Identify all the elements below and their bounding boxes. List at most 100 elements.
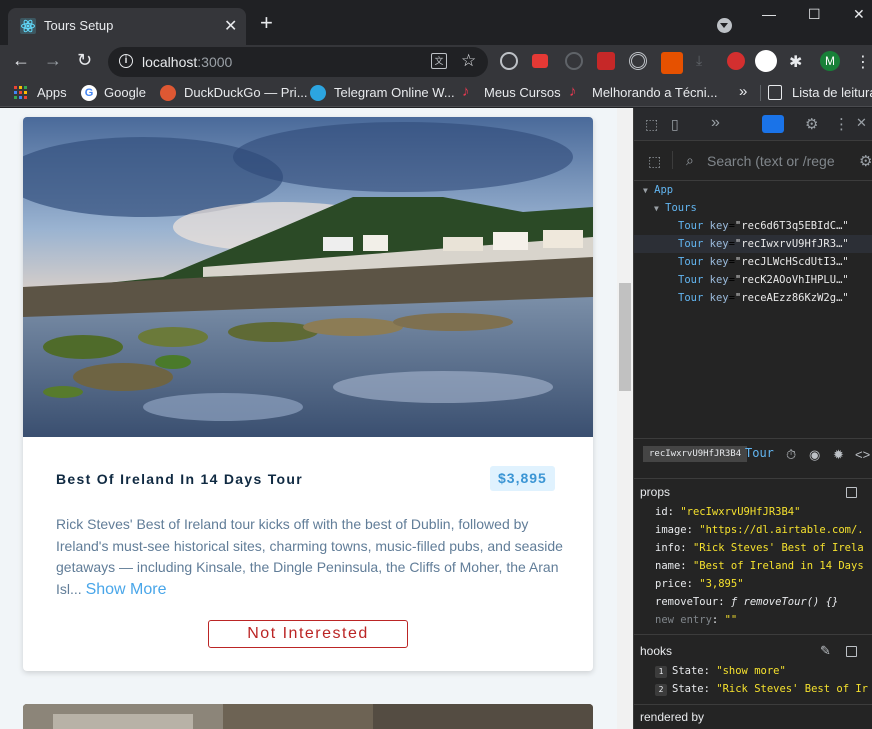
tour-card: Best Of Ireland In 14 Days Tour $3,895 R… — [23, 117, 593, 671]
extension-icon[interactable] — [629, 52, 647, 70]
prop-row[interactable]: image: "https://dl.airtable.com/. — [655, 524, 872, 536]
new-tab-button[interactable]: + — [260, 12, 273, 34]
search-icon: ⌕ — [686, 152, 694, 168]
music-note-icon: ♪ — [462, 83, 470, 100]
extension-icon[interactable] — [661, 52, 683, 74]
bug-icon[interactable]: ✹ — [833, 447, 844, 463]
bookmarks-bar: Apps G Google DuckDuckGo — Pri... Telegr… — [0, 79, 872, 107]
tour-price-badge: $3,895 — [490, 466, 555, 491]
extension-icon[interactable] — [755, 50, 777, 72]
telegram-icon — [310, 85, 326, 101]
apps-grid-icon — [14, 86, 27, 99]
music-note-icon: ♪ — [569, 83, 577, 100]
tour-description: Rick Steves' Best of Ireland tour kicks … — [56, 514, 566, 600]
reload-icon[interactable]: ↻ — [77, 50, 92, 71]
prop-row[interactable]: price: "3,895" — [655, 578, 872, 590]
copy-icon[interactable] — [846, 487, 857, 498]
address-bar[interactable]: i localhost:3000 文 ☆ — [108, 47, 488, 77]
prop-row[interactable]: info: "Rick Steves' Best of Irela — [655, 542, 872, 554]
magic-wand-icon[interactable]: ✎ — [820, 643, 831, 659]
forward-arrow-icon[interactable]: → — [44, 50, 62, 71]
tree-row-tour[interactable]: Tour key="rec6d6T3q5EBIdC…" — [634, 217, 872, 235]
tab-search-icon[interactable] — [717, 18, 732, 33]
selected-component-name: Tour — [745, 446, 774, 460]
tab-title: Tours Setup — [44, 18, 114, 33]
bookmark-telegram[interactable]: Telegram Online W... — [334, 85, 455, 100]
close-devtools-icon[interactable]: ✕ — [856, 115, 867, 131]
extension-icon[interactable] — [597, 52, 615, 70]
timer-icon[interactable]: ⏱ — [786, 447, 796, 463]
duckduckgo-icon — [160, 85, 176, 101]
extension-icon[interactable] — [565, 52, 583, 70]
minimize-button[interactable]: — — [762, 6, 776, 22]
google-icon: G — [81, 85, 97, 101]
settings-gear-icon[interactable]: ⚙ — [859, 152, 872, 170]
browser-tab[interactable]: Tours Setup ✕ — [8, 8, 246, 45]
selected-key-breadcrumb[interactable]: recIwxrvU9HfJR3B4 — [643, 446, 748, 462]
extension-icon[interactable] — [532, 54, 548, 68]
hook-row[interactable]: 1 State: "show more" — [655, 665, 872, 678]
maximize-button[interactable]: ☐ — [808, 6, 821, 23]
not-interested-button[interactable]: Not Interested — [208, 620, 408, 648]
tree-row-app[interactable]: ▼ App — [634, 181, 872, 199]
bookmark-star-icon[interactable]: ☆ — [461, 51, 476, 71]
translate-icon[interactable]: 文 — [431, 53, 447, 69]
next-tour-card — [23, 704, 593, 729]
show-more-link[interactable]: Show More — [86, 581, 167, 598]
messages-icon[interactable] — [762, 115, 784, 133]
react-icon — [20, 18, 36, 34]
avatar[interactable]: M — [820, 51, 840, 71]
search-input[interactable]: Search (text or /rege — [707, 153, 835, 169]
bookmark-reading-list[interactable]: Lista de leitura — [792, 85, 872, 100]
prop-row[interactable]: removeTour: ƒ removeTour() {} — [655, 596, 872, 608]
bookmark-duckduckgo[interactable]: DuckDuckGo — Pri... — [184, 85, 308, 100]
url-text[interactable]: localhost:3000 — [142, 54, 232, 70]
devtools-panel: ⬚ ▯ » ⚙ ⋮ ✕ ⬚ ⌕ Search (text or /rege ⚙ … — [633, 108, 872, 729]
prop-row[interactable]: name: "Best of Ireland in 14 Days — [655, 560, 872, 572]
next-tour-image — [23, 704, 593, 729]
bookmark-google[interactable]: Google — [104, 85, 146, 100]
extension-icon[interactable] — [727, 52, 745, 70]
gear-icon[interactable]: ⚙ — [805, 115, 818, 133]
device-toggle-icon[interactable]: ▯ — [671, 116, 679, 133]
close-tab-icon[interactable]: ✕ — [224, 16, 237, 36]
menu-icon[interactable]: ⋮ — [855, 52, 872, 71]
source-code-icon[interactable]: <> — [855, 447, 870, 462]
reading-list-icon — [768, 85, 782, 100]
inspect-icon[interactable]: ⬚ — [645, 116, 658, 133]
hooks-heading: hooks — [640, 644, 673, 658]
page-scrollbar[interactable] — [617, 108, 633, 729]
eye-icon[interactable]: ◉ — [809, 447, 820, 463]
new-entry-row[interactable]: new entry: "" — [655, 614, 872, 626]
scrollbar-thumb[interactable] — [619, 283, 631, 391]
back-arrow-icon[interactable]: ← — [12, 50, 30, 71]
more-tabs-icon[interactable]: » — [711, 114, 720, 132]
tree-row-tour[interactable]: Tour key="recJLWcHScdUtI3…" — [634, 253, 872, 271]
copy-icon[interactable] — [846, 646, 857, 657]
tree-row-tour-selected[interactable]: Tour key="recIwxrvU9HfJR3…" — [634, 235, 872, 253]
hook-row[interactable]: 2 State: "Rick Steves' Best of Ir — [655, 683, 872, 696]
caret-down-icon: ▼ — [654, 204, 659, 213]
components-search: ⬚ ⌕ Search (text or /rege ⚙ — [634, 141, 872, 181]
puzzle-icon[interactable]: ✱ — [789, 52, 807, 71]
download-icon[interactable]: ⤓ — [696, 52, 714, 70]
tree-row-tours[interactable]: ▼ Tours — [634, 199, 872, 217]
page-viewport: Best Of Ireland In 14 Days Tour $3,895 R… — [0, 108, 617, 729]
caret-down-icon: ▼ — [643, 186, 648, 195]
props-heading: props — [640, 485, 671, 499]
devtools-toolbar: ⬚ ▯ » ⚙ ⋮ ✕ — [634, 108, 872, 141]
close-window-button[interactable]: ✕ — [853, 6, 865, 23]
bookmark-apps[interactable]: Apps — [37, 85, 67, 100]
bookmark-meus-cursos[interactable]: Meus Cursos — [484, 85, 561, 100]
bookmark-melhorando[interactable]: Melhorando a Técni... — [592, 85, 718, 100]
kebab-menu-icon[interactable]: ⋮ — [834, 115, 849, 133]
extension-icon[interactable] — [500, 52, 518, 70]
site-info-icon[interactable]: i — [119, 54, 133, 68]
tree-row-tour[interactable]: Tour key="recK2AOoVhIHPLU…" — [634, 271, 872, 289]
select-element-icon[interactable]: ⬚ — [648, 153, 661, 170]
prop-row[interactable]: id: "recIwxrvU9HfJR3B4" — [655, 506, 872, 518]
bookmark-divider — [760, 85, 761, 101]
more-bookmarks-icon[interactable]: » — [739, 83, 747, 100]
tree-row-tour[interactable]: Tour key="receAEzz86KzW2g…" — [634, 289, 872, 307]
rendered-by-heading: rendered by — [640, 710, 705, 724]
